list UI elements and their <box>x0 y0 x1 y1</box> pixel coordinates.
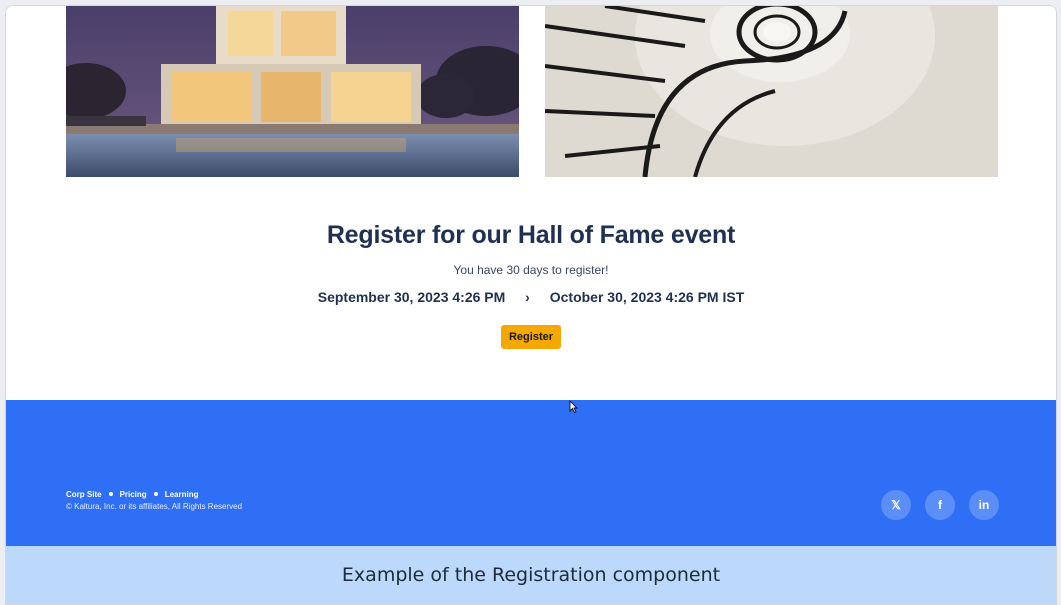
house-image <box>66 6 519 177</box>
screenshot-frame: Register for our Hall of Fame event You … <box>5 5 1057 605</box>
registration-title: Register for our Hall of Fame event <box>326 221 736 249</box>
start-date: September 30, 2023 4:26 PM <box>317 289 506 305</box>
footer-link-learning[interactable]: Learning <box>165 490 199 499</box>
registration-component: Register for our Hall of Fame event You … <box>6 221 1056 349</box>
footer-link-pricing[interactable]: Pricing <box>120 490 147 499</box>
end-date: October 30, 2023 4:26 PM IST <box>549 289 745 305</box>
date-arrow: › <box>525 289 530 305</box>
registration-date-range: September 30, 2023 4:26 PM › October 30,… <box>6 289 1056 305</box>
footer-copyright: © Kaltura, Inc. or its affiliates, All R… <box>66 502 243 511</box>
footer-link-separator <box>108 492 113 497</box>
register-button[interactable]: Register <box>500 325 562 349</box>
image-caption: Example of the Registration component <box>6 546 1056 604</box>
footer-links: Corp Site Pricing Learning <box>66 490 198 499</box>
footer-link-separator <box>153 492 158 497</box>
facebook-icon[interactable]: f <box>925 490 955 520</box>
mouse-cursor-icon <box>569 400 578 413</box>
staircase-image <box>545 6 998 177</box>
registration-subtitle: You have 30 days to register! <box>453 263 609 277</box>
site-footer: Corp Site Pricing Learning © Kaltura, Inc.… <box>6 400 1056 546</box>
linkedin-icon[interactable]: in <box>969 490 999 520</box>
footer-link-corp-site[interactable]: Corp Site <box>66 490 102 499</box>
x-icon[interactable]: 𝕏 <box>881 490 911 520</box>
